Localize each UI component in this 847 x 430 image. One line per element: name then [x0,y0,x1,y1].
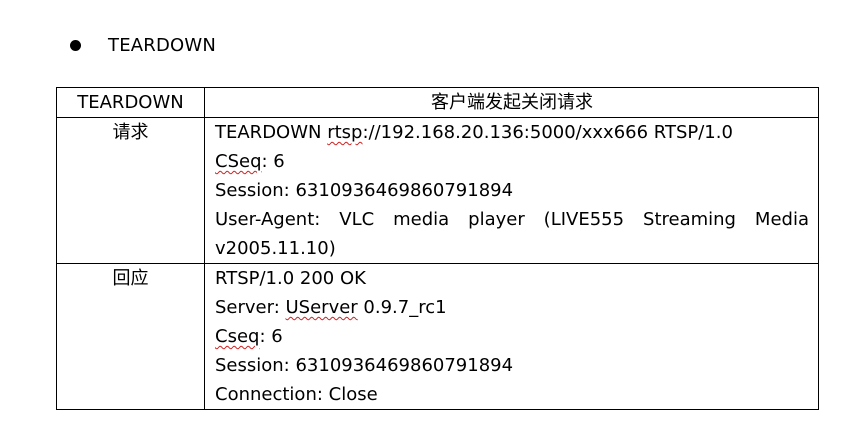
request-line-2-value: : 6 [261,151,285,172]
request-line-1-method: TEARDOWN [215,122,328,143]
request-line-1-scheme: rtsp [327,122,363,143]
bullet-heading-text: TEARDOWN [108,34,217,56]
bullet-dot-icon [70,39,81,51]
request-content-cell: TEARDOWN rtsp://192.168.20.136:5000/xxx6… [204,117,819,264]
response-content-cell: RTSP/1.0 200 OK Server: UServer 0.9.7_rc… [204,263,819,410]
response-line-4: Session: 6310936469860791894 [215,355,514,376]
bullet-heading: TEARDOWN [70,33,216,57]
response-label-cell: 回应 [56,263,205,410]
header-description-cell: 客户端发起关闭请求 [204,87,819,118]
response-line-2: Server: UServer 0.9.7_rc1 [215,293,809,322]
request-line-3: Session: 6310936469860791894 [215,180,514,201]
response-line-2-server: UServer [285,297,358,318]
response-line-2-key: Server: [215,297,286,318]
response-line-2-version: 0.9.7_rc1 [357,297,447,318]
response-line-3-key: Cseq [215,326,260,347]
response-line-3: Cseq: 6 [215,322,809,351]
request-line-5: v2005.11.10) [215,238,336,259]
teardown-table: TEARDOWN 客户端发起关闭请求 请求 TEARDOWN rtsp://19… [56,87,819,410]
request-line-2-key: CSeq [215,151,262,172]
response-line-3-value: : 6 [259,326,283,347]
request-line-1-url: ://192.168.20.136:5000/xxx666 RTSP/1.0 [362,122,733,143]
request-line-1: TEARDOWN rtsp://192.168.20.136:5000/xxx6… [215,118,809,147]
response-line-5: Connection: Close [215,384,378,405]
request-row: 请求 TEARDOWN rtsp://192.168.20.136:5000/x… [56,117,819,264]
response-row: 回应 RTSP/1.0 200 OK Server: UServer 0.9.7… [56,263,819,410]
response-line-1: RTSP/1.0 200 OK [215,268,366,289]
table-header-row: TEARDOWN 客户端发起关闭请求 [56,87,819,118]
header-method-cell: TEARDOWN [56,87,205,118]
request-line-4: User-Agent: VLC media player (LIVE555 St… [215,209,809,230]
request-line-2: CSeq: 6 [215,147,809,176]
request-label-cell: 请求 [56,117,205,264]
